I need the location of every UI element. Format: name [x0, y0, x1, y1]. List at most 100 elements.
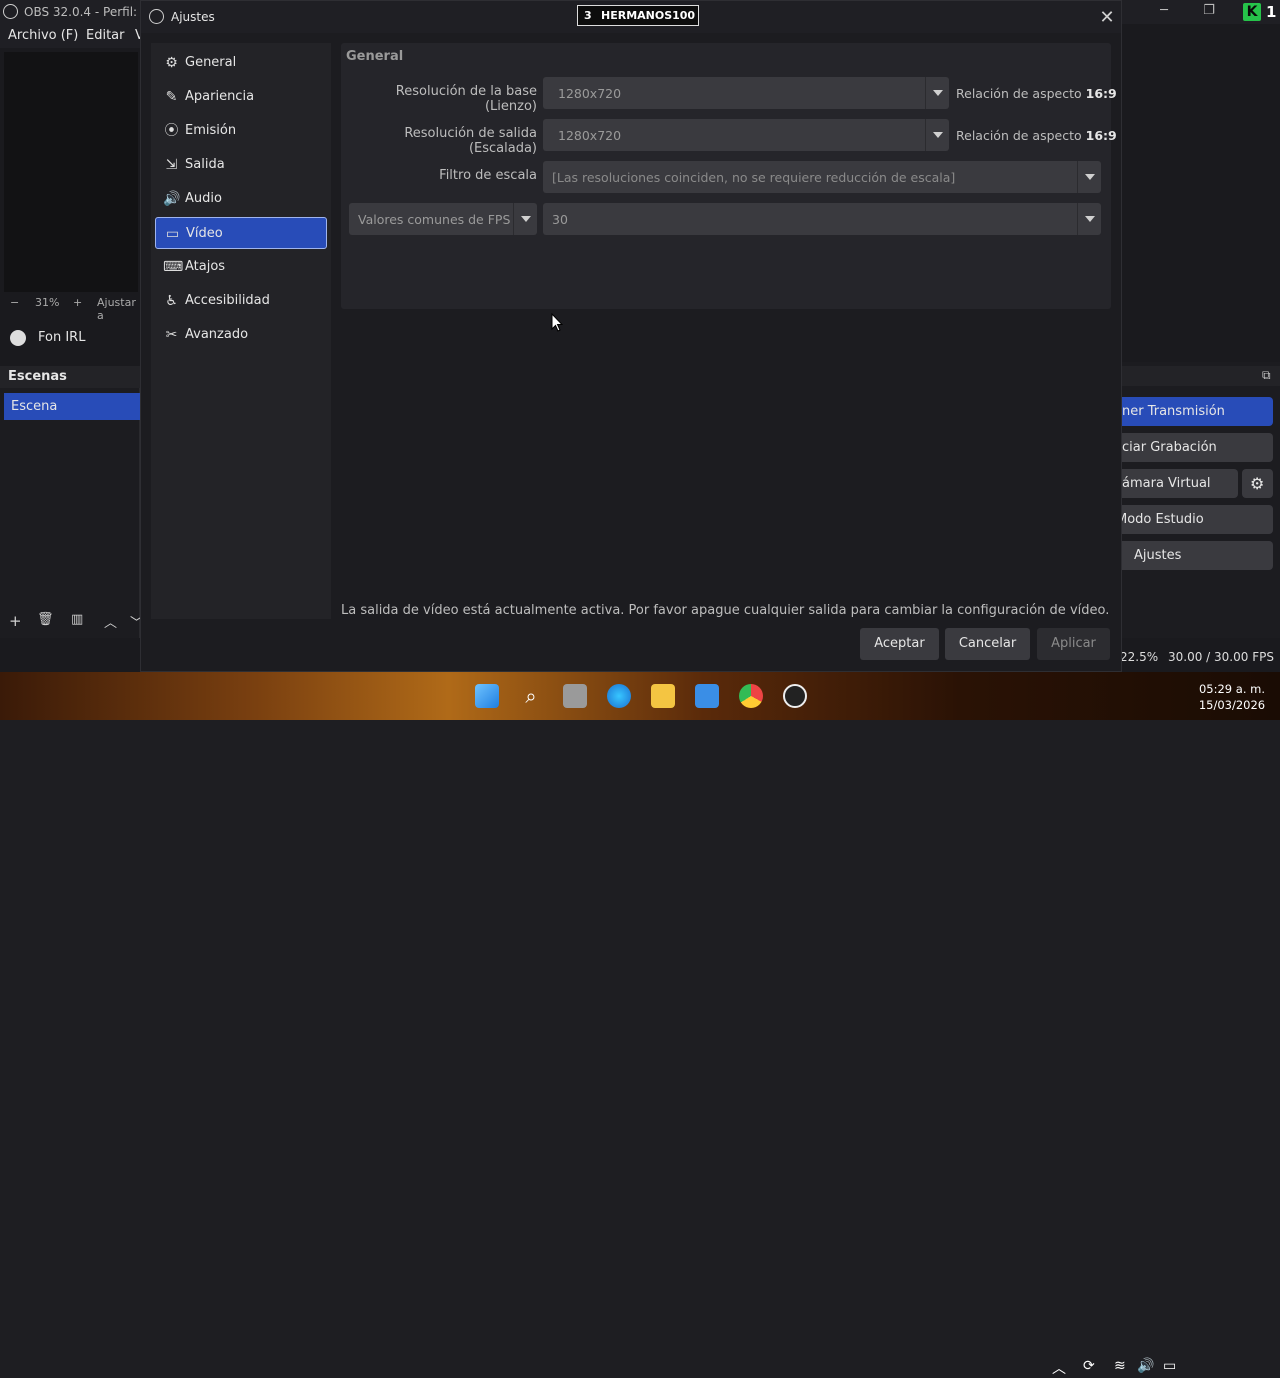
cancel-button[interactable]: Cancelar: [945, 628, 1030, 660]
windows-taskbar: ⌕ ︿ ⟳ ≋ 🔊 ▭: [0, 672, 1280, 1377]
scale-filter-value: [Las resoluciones coinciden, no se requi…: [552, 170, 956, 185]
close-icon[interactable]: ✕: [1097, 7, 1117, 28]
task-view-icon[interactable]: [563, 684, 587, 708]
nav-label: General: [185, 55, 237, 70]
edge-icon[interactable]: [607, 684, 631, 708]
zoom-out-button[interactable]: −: [10, 296, 19, 309]
filter-icon[interactable]: ▥: [71, 612, 83, 627]
controls-header: ⧉: [1121, 366, 1280, 386]
chevron-down-icon[interactable]: [1077, 161, 1101, 193]
chevron-up-icon[interactable]: ︿: [1052, 1358, 1066, 1378]
chrome-icon[interactable]: [739, 684, 763, 708]
aspect-value: 16:9: [1085, 128, 1117, 143]
volume-icon[interactable]: 🔊: [1137, 1358, 1154, 1374]
kick-logo-icon: K: [1243, 3, 1261, 21]
zoom-in-button[interactable]: +: [73, 296, 82, 309]
chevron-down-icon[interactable]: [1077, 203, 1101, 235]
nav-item-general[interactable]: ⚙ General: [155, 47, 327, 79]
virtual-cam-settings-button[interactable]: ⚙: [1242, 469, 1273, 498]
fps-value: 30: [552, 212, 568, 227]
source-name: Fon IRL: [38, 330, 86, 345]
aspect-label: Relación de aspecto: [956, 86, 1082, 101]
nav-label: Accesibilidad: [185, 293, 270, 308]
chevron-down-icon[interactable]: [925, 119, 949, 151]
cpu-usage: 22.5%: [1120, 650, 1159, 664]
store-icon[interactable]: [695, 684, 719, 708]
obs-taskbar-icon[interactable]: [783, 684, 807, 708]
obs-menu-bar: Archivo (F) Editar V: [0, 24, 144, 48]
overlay-badge: 3 HERMANOS100: [577, 5, 699, 26]
source-row[interactable]: Fon IRL: [0, 322, 140, 352]
search-icon[interactable]: ⌕: [519, 684, 543, 708]
zoom-value: 31%: [35, 296, 60, 309]
fps-value-combo[interactable]: 30: [543, 203, 1101, 235]
fps-type-combo[interactable]: Valores comunes de FPS: [349, 203, 537, 235]
wifi-icon[interactable]: ≋: [1114, 1358, 1126, 1374]
nav-item-apariencia[interactable]: ✎ Apariencia: [155, 81, 327, 113]
output-icon: ⇲: [165, 157, 178, 173]
preview-canvas[interactable]: [4, 52, 138, 292]
nav-item-accesibilidad[interactable]: ♿ Accesibilidad: [155, 285, 327, 317]
scene-toolbar: + 🗑 ▥ ︿ ﹀: [0, 610, 143, 634]
accept-button[interactable]: Aceptar: [860, 628, 939, 660]
paint-icon: ✎: [165, 89, 178, 105]
nav-label: Apariencia: [185, 89, 255, 104]
nav-item-audio[interactable]: 🔊 Audio: [155, 183, 327, 215]
output-resolution-combo[interactable]: 1280x720: [543, 119, 949, 151]
speaker-icon: 🔊: [163, 191, 181, 207]
aspect-value: 16:9: [1085, 86, 1117, 101]
scale-filter-label: Filtro de escala: [439, 168, 537, 183]
move-up-icon[interactable]: ︿: [104, 612, 117, 631]
virtual-cam-button[interactable]: ámara Virtual: [1110, 469, 1238, 498]
gear-icon: ⚙: [165, 55, 178, 71]
nav-item-emision[interactable]: ⦿ Emisión: [155, 115, 327, 147]
nav-item-atajos[interactable]: ⌨ Atajos: [155, 251, 327, 283]
nav-label: Salida: [185, 157, 225, 172]
nav-label: Vídeo: [186, 226, 223, 241]
base-resolution-combo[interactable]: 1280x720: [543, 77, 949, 109]
fit-button[interactable]: Ajustar a: [97, 296, 140, 322]
badge-number: 3: [584, 9, 592, 22]
output-resolution-value: 1280x720: [558, 128, 622, 143]
windows-start-icon[interactable]: [475, 684, 499, 708]
base-resolution-value: 1280x720: [558, 86, 622, 101]
mouse-cursor-icon: [551, 313, 563, 332]
nav-item-salida[interactable]: ⇲ Salida: [155, 149, 327, 181]
output-resolution-label: Resolución de salida (Escalada): [404, 126, 537, 156]
chevron-down-icon[interactable]: [513, 203, 537, 235]
battery-icon[interactable]: ▭: [1163, 1358, 1176, 1374]
nav-item-avanzado[interactable]: ✂ Avanzado: [155, 319, 327, 351]
undock-icon[interactable]: ⧉: [1262, 368, 1271, 383]
broadcast-icon: ⦿: [164, 123, 179, 139]
obs-logo-icon: [149, 9, 164, 24]
nav-label: Audio: [185, 191, 222, 206]
scene-item[interactable]: Escena: [4, 393, 140, 420]
start-stream-button[interactable]: ner Transmisión: [1110, 397, 1273, 426]
settings-button[interactable]: Ajustes: [1110, 541, 1273, 570]
clock-time: 05:29 a. m.: [1198, 682, 1265, 696]
apply-button[interactable]: Aplicar: [1037, 628, 1110, 660]
studio-mode-button[interactable]: Modo Estudio: [1110, 505, 1273, 534]
start-record-button[interactable]: ciar Grabación: [1110, 433, 1273, 462]
studio-label: Modo Estudio: [1116, 512, 1204, 527]
maximize-icon[interactable]: ❐: [1199, 3, 1219, 19]
kick-count: 1: [1266, 3, 1277, 21]
base-resolution-label: Resolución de la base (Lienzo): [395, 84, 537, 114]
add-icon[interactable]: +: [9, 612, 22, 630]
chevron-down-icon[interactable]: [925, 77, 949, 109]
scale-filter-combo[interactable]: [Las resoluciones coinciden, no se requi…: [543, 161, 1101, 193]
trash-icon[interactable]: 🗑: [37, 612, 54, 627]
sync-icon[interactable]: ⟳: [1083, 1358, 1095, 1374]
aspect-label: Relación de aspecto: [956, 128, 1082, 143]
settings-label: Ajustes: [1134, 548, 1182, 563]
menu-editar[interactable]: Editar: [86, 28, 125, 43]
zoom-bar: − 31% + Ajustar a: [0, 294, 140, 322]
taskbar-clock[interactable]: 05:29 a. m. 15/03/2026: [1196, 681, 1268, 713]
minimize-icon[interactable]: ─: [1154, 3, 1174, 19]
base-aspect-ratio: Relación de aspecto 16:9: [956, 86, 1117, 101]
nav-label: Avanzado: [185, 327, 249, 342]
status-bar: 22.5% 30.00 / 30.00 FPS: [1110, 646, 1280, 668]
menu-archivo[interactable]: Archivo (F): [8, 28, 78, 43]
file-explorer-icon[interactable]: [651, 684, 675, 708]
nav-item-video[interactable]: ▭ Vídeo: [155, 217, 327, 249]
